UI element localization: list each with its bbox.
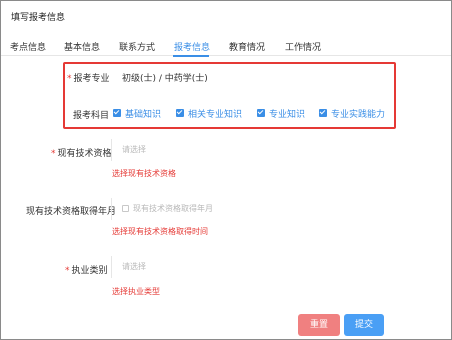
tab-exam-site[interactable]: 考点信息 [10, 40, 46, 53]
subject-checkbox-professional[interactable]: 专业知识 [257, 108, 305, 120]
qualification-label: * 现有技术资格 [51, 149, 112, 159]
submit-button[interactable]: 提交 [344, 314, 384, 336]
required-asterisk: * [65, 266, 70, 276]
tab-exam-info[interactable]: 报考信息 [174, 40, 210, 53]
subject-checkbox-practice[interactable]: 专业实践能力 [319, 108, 385, 120]
qual-date-label: 现有技术资格取得年月 [26, 207, 117, 217]
tab-basic-info[interactable]: 基本信息 [64, 40, 100, 53]
practice-type-select[interactable]: 请选择 [111, 256, 451, 278]
checkbox-checked-icon [113, 109, 121, 117]
qualification-select[interactable]: 请选择 [111, 139, 451, 161]
checkbox-checked-icon [319, 109, 327, 117]
qualification-error: 选择现有技术资格 [112, 169, 176, 178]
reset-button[interactable]: 重置 [298, 314, 340, 336]
subject-checkbox-related[interactable]: 相关专业知识 [176, 108, 242, 120]
tab-bar: 考点信息 基本信息 联系方式 报考信息 教育情况 工作情况 [1, 34, 451, 57]
subject-checkbox-basic[interactable]: 基础知识 [113, 108, 161, 120]
window-title: 填写报考信息 [11, 13, 66, 23]
tab-contact[interactable]: 联系方式 [119, 40, 155, 53]
checkbox-checked-icon [176, 109, 184, 117]
qual-date-picker[interactable]: 现有技术资格取得年月 [111, 198, 451, 220]
major-label: * 报考专业 [67, 74, 110, 84]
required-asterisk: * [67, 74, 72, 84]
calendar-icon [122, 205, 129, 212]
window: 填写报考信息 考点信息 基本信息 联系方式 报考信息 教育情况 工作情况 * 报考… [0, 0, 452, 340]
checkbox-checked-icon [257, 109, 265, 117]
tab-work[interactable]: 工作情况 [285, 40, 321, 53]
practice-type-label: * 执业类别 [65, 266, 108, 276]
subjects-label: 报考科目 [73, 111, 110, 121]
tab-education[interactable]: 教育情况 [229, 40, 265, 53]
active-tab-indicator [173, 55, 209, 57]
major-value[interactable]: 初级(士) / 中药学(士) [122, 71, 208, 84]
required-asterisk: * [51, 149, 56, 159]
practice-type-error: 选择执业类型 [112, 287, 160, 296]
qual-date-error: 选择现有技术资格取得时间 [112, 227, 208, 236]
